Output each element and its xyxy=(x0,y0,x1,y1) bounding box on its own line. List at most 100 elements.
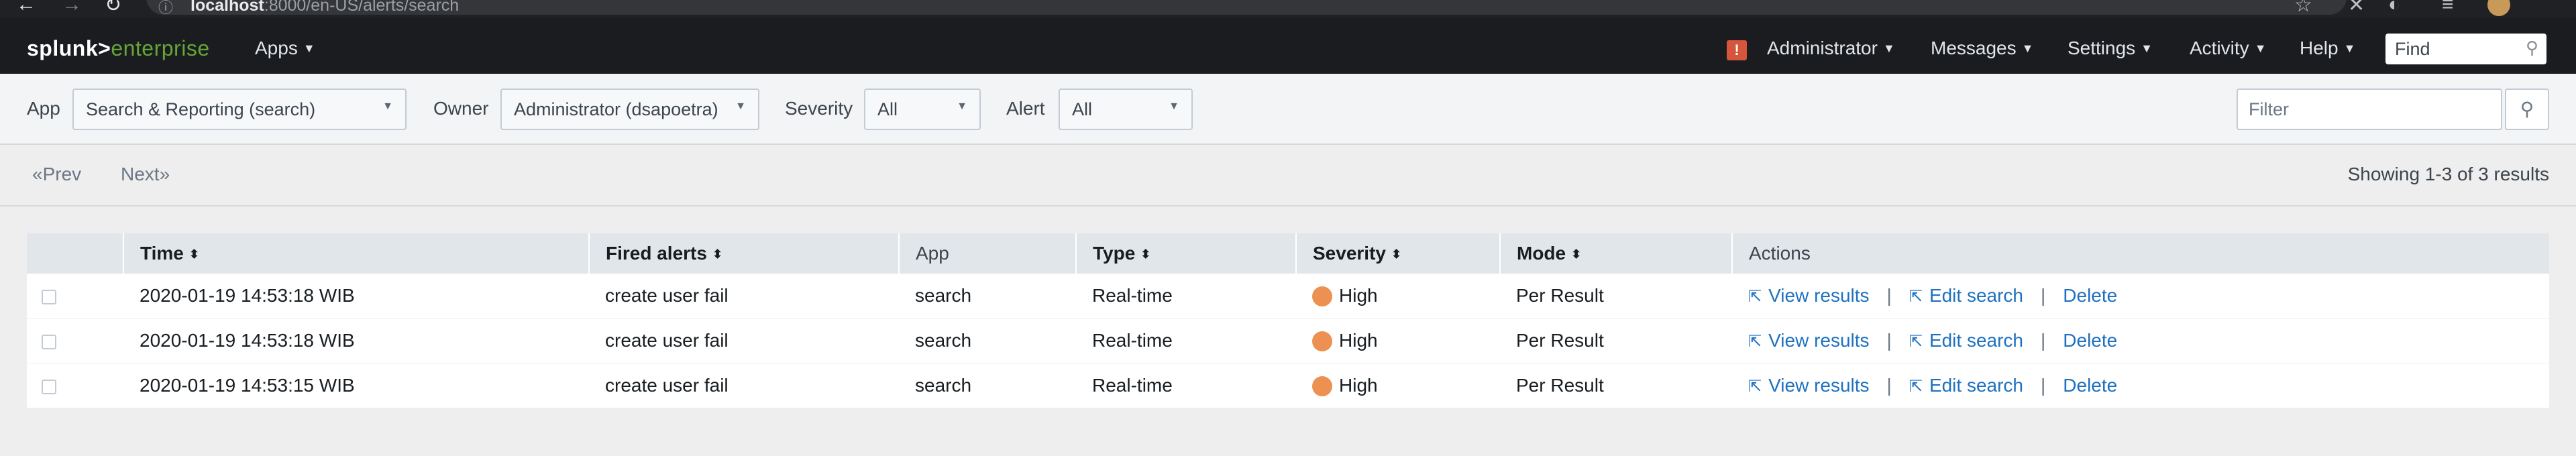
extension-icon[interactable]: ◐ xyxy=(2388,0,2400,16)
mode-cell: Per Result xyxy=(1500,318,1732,363)
severity-label: High xyxy=(1339,285,1378,306)
mode-cell: Per Result xyxy=(1500,274,1732,319)
back-icon[interactable]: ← xyxy=(16,0,36,16)
alert-select-value: All xyxy=(1072,99,1093,119)
alerts-table: Time ⬍ Fired alerts ⬍ App Type ⬍ Severity ⬍ … xyxy=(27,233,2549,408)
alert-badge-icon[interactable]: ! xyxy=(1727,40,1747,60)
view-results-link[interactable]: ⇱ View results xyxy=(1748,330,1870,351)
fired-alerts-column-header[interactable]: Fired alerts ⬍ xyxy=(588,233,899,274)
forward-icon[interactable]: → xyxy=(62,0,82,16)
row-checkbox[interactable] xyxy=(42,380,56,394)
severity-cell: High xyxy=(1296,363,1500,408)
search-icon: ⚲ xyxy=(2520,99,2534,119)
logo-enterprise: enterprise xyxy=(111,36,210,60)
delete-link[interactable]: Delete xyxy=(2063,375,2117,396)
sort-icon: ⬍ xyxy=(1571,247,1582,261)
edit-search-link[interactable]: ⇱ Edit search xyxy=(1909,375,2023,396)
action-separator: | xyxy=(2041,285,2046,306)
alert-filter-label: Alert xyxy=(1006,98,1045,119)
edit-search-link[interactable]: ⇱ Edit search xyxy=(1909,330,2023,351)
action-separator: | xyxy=(2041,330,2046,351)
owner-select[interactable]: Administrator (dsapoetra) ▼ xyxy=(500,89,759,130)
activity-menu[interactable]: Activity ▼ xyxy=(2190,38,2267,59)
app-column-header: App xyxy=(898,233,1076,274)
delete-link[interactable]: Delete xyxy=(2063,330,2117,351)
site-info-icon[interactable]: ⓘ xyxy=(158,0,173,17)
external-link-icon: ⇱ xyxy=(1748,333,1762,351)
severity-select-value: All xyxy=(877,99,898,119)
address-bar[interactable] xyxy=(146,0,2347,15)
user-menu-label: Administrator xyxy=(1767,38,1878,58)
search-icon[interactable]: ⚲ xyxy=(2526,38,2538,58)
alert-select[interactable]: All ▼ xyxy=(1059,89,1193,130)
edit-search-link[interactable]: ⇱ Edit search xyxy=(1909,285,2023,306)
external-link-icon: ⇱ xyxy=(1748,288,1762,306)
time-cell: 2020-01-19 14:53:18 WIB xyxy=(123,318,589,363)
table-row: 2020-01-19 14:53:18 WIB create user fail… xyxy=(27,274,2549,319)
media-icon[interactable]: ≡ xyxy=(2442,0,2454,16)
time-cell: 2020-01-19 14:53:18 WIB xyxy=(123,274,589,319)
owner-select-value: Administrator (dsapoetra) xyxy=(514,99,718,119)
owner-filter-label: Owner xyxy=(433,98,489,119)
app-cell: search xyxy=(899,363,1076,408)
severity-label: High xyxy=(1339,330,1378,351)
edit-search-label: Edit search xyxy=(1929,375,2024,396)
prev-page-link[interactable]: «Prev xyxy=(32,164,81,185)
delete-link[interactable]: Delete xyxy=(2063,285,2117,306)
row-checkbox[interactable] xyxy=(42,290,56,304)
table-row: 2020-01-19 14:53:15 WIB create user fail… xyxy=(27,363,2549,408)
messages-menu[interactable]: Messages ▼ xyxy=(1931,38,2033,59)
browser-chrome: ← → ↻ ⓘ localhost:8000/en-US/alerts/sear… xyxy=(0,0,2576,17)
severity-dot-icon xyxy=(1312,286,1332,306)
user-menu[interactable]: Administrator ▼ xyxy=(1767,38,1895,59)
help-menu[interactable]: Help ▼ xyxy=(2300,38,2355,59)
caret-down-icon: ▼ xyxy=(2021,42,2034,55)
row-select-cell xyxy=(27,363,123,408)
type-column-header[interactable]: Type ⬍ xyxy=(1075,233,1296,274)
caret-down-icon: ▼ xyxy=(303,42,315,55)
address-url: localhost:8000/en-US/alerts/search xyxy=(191,0,459,15)
fired-alert-cell: create user fail xyxy=(589,318,899,363)
filter-input[interactable]: Filter xyxy=(2237,89,2502,130)
app-cell: search xyxy=(899,274,1076,319)
actions-cell: ⇱ View results | ⇱ Edit search | Delete xyxy=(1732,274,2549,319)
mode-column-header[interactable]: Mode ⬍ xyxy=(1499,233,1732,274)
close-icon[interactable]: ✕ xyxy=(2348,0,2365,17)
time-column-header[interactable]: Time ⬍ xyxy=(123,233,589,274)
dropdown-caret-icon: ▼ xyxy=(1169,101,1179,112)
type-cell: Real-time xyxy=(1076,274,1296,319)
splunk-logo[interactable]: splunk>enterprise xyxy=(27,36,210,61)
url-host: localhost xyxy=(191,0,264,15)
apps-menu[interactable]: Apps ▼ xyxy=(255,38,315,59)
filter-search-button[interactable]: ⚲ xyxy=(2505,89,2549,130)
settings-menu[interactable]: Settings ▼ xyxy=(2068,38,2153,59)
app-select[interactable]: Search & Reporting (search) ▼ xyxy=(72,89,407,130)
url-path: :8000/en-US/alerts/search xyxy=(264,0,460,15)
view-results-link[interactable]: ⇱ View results xyxy=(1748,285,1870,306)
next-page-link[interactable]: Next» xyxy=(121,164,170,185)
bookmark-star-icon[interactable]: ☆ xyxy=(2294,0,2312,17)
find-input[interactable]: Find ⚲ xyxy=(2385,34,2546,64)
fired-alert-cell: create user fail xyxy=(589,363,899,408)
view-results-link[interactable]: ⇱ View results xyxy=(1748,375,1870,396)
severity-column-header[interactable]: Severity ⬍ xyxy=(1295,233,1500,274)
settings-menu-label: Settings xyxy=(2068,38,2136,58)
dropdown-caret-icon: ▼ xyxy=(735,101,746,112)
severity-select[interactable]: All ▼ xyxy=(864,89,981,130)
table-row: 2020-01-19 14:53:18 WIB create user fail… xyxy=(27,318,2549,363)
actions-column-header: Actions xyxy=(1731,233,2549,274)
messages-menu-label: Messages xyxy=(1931,38,2017,58)
reload-icon[interactable]: ↻ xyxy=(105,0,121,17)
mode-header-label: Mode xyxy=(1517,243,1566,264)
logo-splunk: splunk> xyxy=(27,36,111,60)
table-header-row: Time ⬍ Fired alerts ⬍ App Type ⬍ Severity ⬍ … xyxy=(27,233,2549,274)
app-select-value: Search & Reporting (search) xyxy=(86,99,316,119)
profile-avatar[interactable] xyxy=(2487,0,2510,16)
row-checkbox[interactable] xyxy=(42,335,56,349)
select-column-header xyxy=(27,233,123,274)
sort-icon: ⬍ xyxy=(712,247,723,261)
type-cell: Real-time xyxy=(1076,318,1296,363)
type-cell: Real-time xyxy=(1076,363,1296,408)
splunk-header: splunk>enterprise Apps ▼ ! Administrator ▼… xyxy=(0,17,2576,74)
external-link-icon: ⇱ xyxy=(1748,378,1762,396)
